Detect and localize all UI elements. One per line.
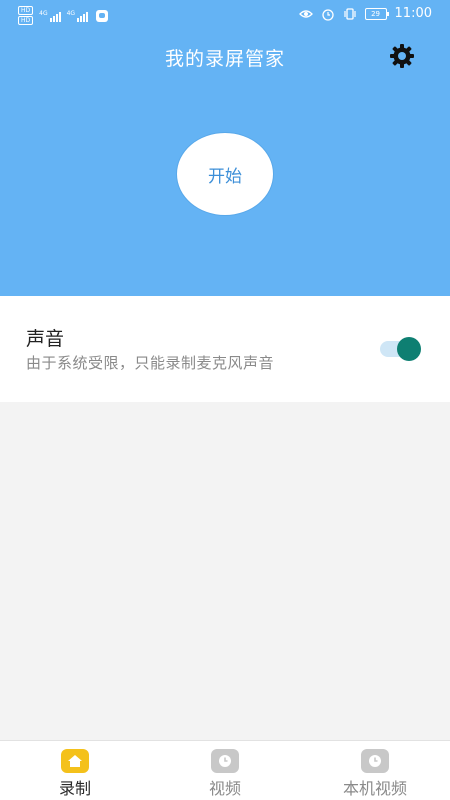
- sound-settings-card: 声音 由于系统受限，只能录制麦克风声音: [0, 296, 450, 402]
- sound-title: 声音: [26, 328, 65, 350]
- hd-badge: HD: [18, 6, 34, 15]
- network-type: 4G: [66, 9, 76, 17]
- status-left: HD HD 4G 4G: [18, 6, 109, 25]
- nav-item-local-videos[interactable]: 本机视频: [300, 741, 450, 800]
- signal-icon: 4G: [39, 9, 61, 22]
- toggle-knob: [397, 337, 421, 361]
- nav-item-record[interactable]: 录制: [0, 741, 150, 800]
- nav-label: 本机视频: [342, 779, 407, 798]
- status-bar: HD HD 4G 4G 29 11:00: [0, 0, 450, 30]
- clock-icon: [361, 749, 389, 773]
- alarm-icon: [321, 8, 334, 21]
- message-icon: [96, 9, 109, 22]
- vibrate-icon: [343, 7, 356, 20]
- home-icon: [61, 749, 89, 773]
- battery-icon: 29: [364, 7, 389, 20]
- bottom-nav: 录制 视频 本机视频: [0, 740, 450, 800]
- nav-label: 视频: [208, 779, 241, 798]
- app-screen: HD HD 4G 4G 29 11:00 我的录屏管家 开始 声音 由于系统受限…: [0, 0, 450, 800]
- signal-icon: 4G: [66, 9, 89, 22]
- start-recording-button[interactable]: 开始: [176, 132, 274, 216]
- network-type: 4G: [39, 9, 48, 17]
- status-right: 29 11:00: [298, 6, 432, 21]
- sound-toggle[interactable]: [380, 337, 421, 361]
- settings-button[interactable]: [388, 42, 416, 70]
- header: HD HD 4G 4G 29 11:00 我的录屏管家 开始: [0, 0, 450, 296]
- hd-badges: HD HD: [18, 6, 34, 25]
- nav-label: 录制: [58, 779, 91, 798]
- gear-icon: [390, 44, 414, 68]
- eye-icon: [298, 9, 313, 18]
- nav-item-videos[interactable]: 视频: [150, 741, 300, 800]
- hd-badge: HD: [18, 16, 34, 25]
- clock-time: 11:00: [394, 6, 432, 21]
- sound-description: 由于系统受限，只能录制麦克风声音: [26, 354, 275, 372]
- app-title: 我的录屏管家: [164, 48, 285, 70]
- clock-icon: [211, 749, 239, 773]
